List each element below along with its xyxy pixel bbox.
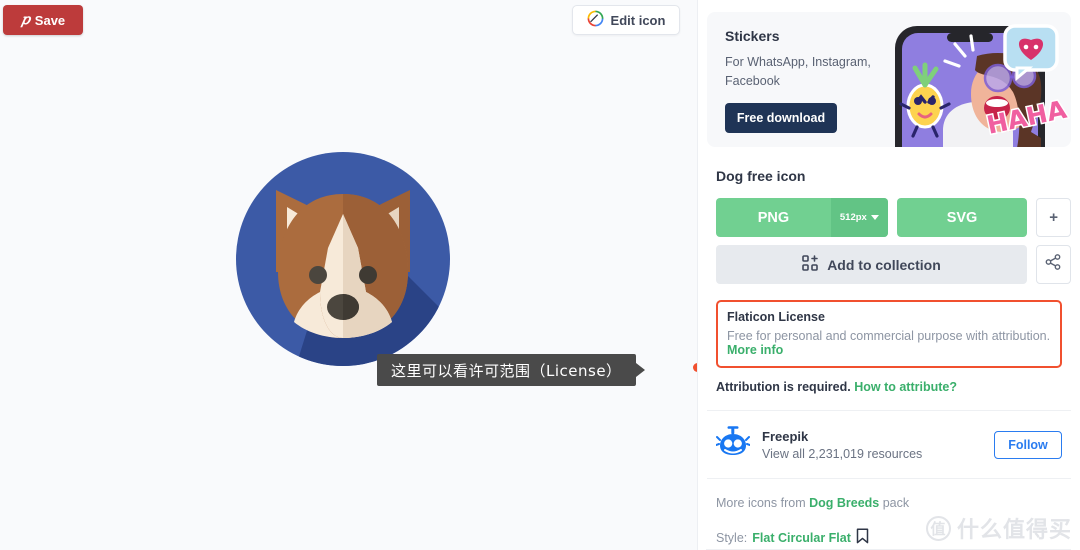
ad-phone-image: HAHA <box>881 12 1071 147</box>
license-title: Flaticon License <box>727 310 825 324</box>
png-size-dropdown[interactable]: 512px <box>830 198 888 237</box>
page-title: Dog free icon <box>716 168 806 184</box>
freepik-robot-avatar[interactable] <box>715 425 751 464</box>
pack-prefix: More icons from <box>716 496 806 510</box>
more-formats-button[interactable]: + <box>1036 198 1071 237</box>
pack-name-link[interactable]: Dog Breeds <box>809 496 879 510</box>
license-box[interactable]: Flaticon License Free for personal and c… <box>716 300 1062 368</box>
collection-row: Add to collection <box>707 245 1071 284</box>
license-callout-tooltip: 这里可以看许可范围（License） <box>377 354 645 386</box>
license-more-info-link[interactable]: More info <box>727 343 783 357</box>
author-section: Freepik View all 2,231,019 resources Fol… <box>707 410 1071 479</box>
how-to-attribute-link[interactable]: How to attribute? <box>854 380 957 394</box>
author-name[interactable]: Freepik <box>762 429 982 444</box>
ad-text-block: Stickers For WhatsApp, Instagram, Facebo… <box>707 12 881 147</box>
plus-icon: + <box>1049 209 1058 226</box>
page-root: 𝑝 Save Edit icon 这里可以看许可范围（License） Stic… <box>0 0 1080 550</box>
style-name-link[interactable]: Flat Circular Flat <box>752 531 851 545</box>
pack-suffix: pack <box>882 496 910 510</box>
edit-icon-button-label: Edit icon <box>610 12 666 28</box>
ad-title: Stickers <box>725 28 780 44</box>
pack-line: More icons from Dog Breeds pack <box>716 496 1062 510</box>
add-to-collection-label: Add to collection <box>827 256 941 273</box>
download-svg-button[interactable]: SVG <box>896 198 1028 237</box>
ad-subtitle: For WhatsApp, Instagram, Facebook <box>725 55 871 88</box>
attribution-text: Attribution is required. <box>716 380 851 394</box>
save-button-label: Save <box>34 12 66 28</box>
svg-label: SVG <box>946 209 978 226</box>
icon-details-sidebar: Stickers For WhatsApp, Instagram, Facebo… <box>697 0 1080 550</box>
dog-free-icon-preview[interactable] <box>236 152 450 366</box>
author-resources-link[interactable]: View all 2,231,019 resources <box>762 447 982 461</box>
bookmark-icon[interactable] <box>856 528 869 547</box>
pinterest-save-button[interactable]: 𝑝 Save <box>3 5 83 35</box>
author-info: Freepik View all 2,231,019 resources <box>762 429 982 461</box>
style-line: Style: Flat Circular Flat <box>716 528 1062 547</box>
ad-free-download-button[interactable]: Free download <box>725 103 837 133</box>
png-label: PNG <box>757 209 790 226</box>
follow-button[interactable]: Follow <box>994 430 1062 459</box>
add-to-collection-button[interactable]: Add to collection <box>716 245 1027 284</box>
brush-pen-icon <box>587 10 604 30</box>
license-description: Free for personal and commercial purpose… <box>727 329 1051 357</box>
license-description-text: Free for personal and commercial purpose… <box>727 329 1051 343</box>
grid-plus-icon <box>802 255 818 274</box>
share-button[interactable] <box>1035 245 1071 284</box>
sticker-ad-banner[interactable]: Stickers For WhatsApp, Instagram, Facebo… <box>707 12 1071 147</box>
pinterest-icon: 𝑝 <box>20 12 30 28</box>
download-buttons-row: PNG 512px SVG + <box>707 198 1071 237</box>
icon-preview-canvas: 𝑝 Save Edit icon 这里可以看许可范围（License） <box>0 0 702 550</box>
license-callout-text: 这里可以看许可范围（License） <box>391 361 622 380</box>
download-png-button[interactable]: PNG 512px <box>716 198 888 237</box>
attribution-notice: Attribution is required. How to attribut… <box>716 380 1062 394</box>
share-icon <box>1045 254 1061 275</box>
chevron-down-icon <box>870 212 879 223</box>
edit-icon-button[interactable]: Edit icon <box>572 5 680 35</box>
png-size-value: 512px <box>839 212 867 223</box>
style-prefix: Style: <box>716 530 748 545</box>
